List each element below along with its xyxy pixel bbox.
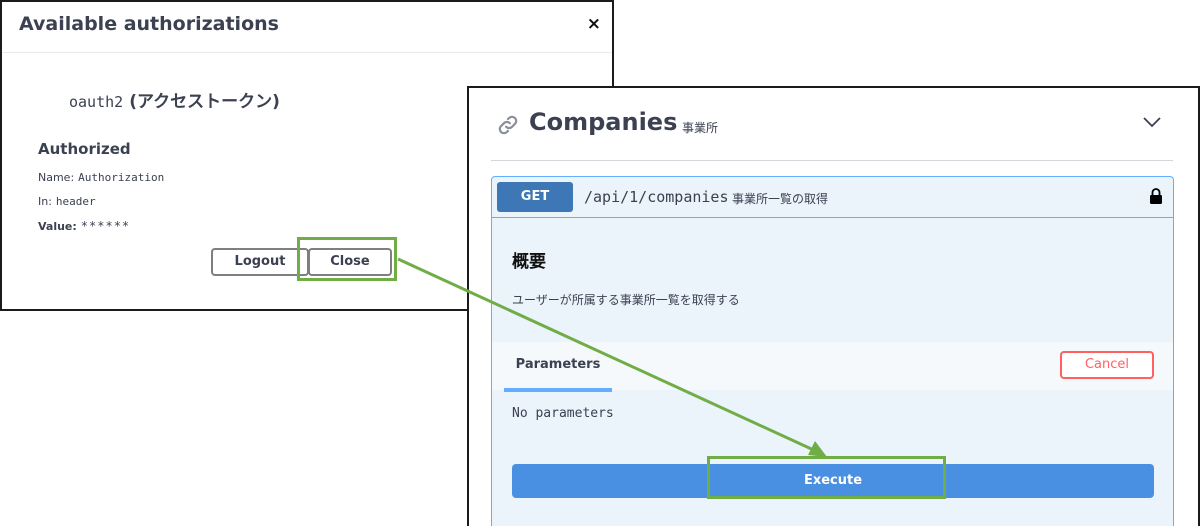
tag-header[interactable]: Companies 事業所 — [491, 88, 1173, 161]
auth-scheme-description: (アクセストークン) — [129, 92, 280, 112]
auth-dialog-title: Available authorizations — [19, 13, 279, 35]
tag-title: Companies — [529, 108, 678, 136]
tab-parameters[interactable]: Parameters — [504, 342, 612, 392]
operation-description: ユーザーが所属する事業所一覧を取得する — [512, 293, 740, 307]
authorized-heading: Authorized — [38, 140, 131, 158]
cancel-button[interactable]: Cancel — [1060, 351, 1154, 379]
auth-value-label: Value: — [38, 220, 77, 233]
operation-path: /api/1/companies — [584, 188, 729, 206]
auth-value-row: Value: ****** — [38, 219, 130, 233]
auth-name-value: Authorization — [78, 171, 165, 184]
execute-button-highlight — [707, 456, 946, 499]
auth-value-value: ****** — [80, 219, 131, 233]
link-icon — [498, 115, 518, 135]
method-badge: GET — [497, 182, 573, 212]
logout-button[interactable]: Logout — [211, 248, 309, 276]
auth-in-value: header — [55, 195, 96, 208]
tag-description: 事業所 — [682, 121, 719, 135]
close-icon[interactable]: × — [587, 14, 601, 34]
auth-name-label: Name: — [38, 171, 75, 184]
close-button-highlight — [297, 237, 397, 281]
auth-name-row: Name: Authorization — [38, 171, 164, 184]
operation-summary[interactable]: GET /api/1/companies 事業所一覧の取得 — [492, 177, 1173, 218]
auth-scheme: oauth2 (アクセストークン) — [69, 87, 280, 112]
auth-dialog-header: Available authorizations × — [2, 2, 612, 53]
operation-summary-text: 事業所一覧の取得 — [732, 192, 829, 206]
overview-heading: 概要 — [512, 252, 546, 272]
auth-scheme-name: oauth2 — [69, 93, 124, 111]
chevron-down-icon[interactable] — [1143, 116, 1161, 128]
lock-icon[interactable] — [1149, 187, 1163, 205]
auth-in-row: In: header — [38, 195, 96, 208]
auth-in-label: In: — [38, 195, 52, 208]
parameters-header: Parameters Cancel — [492, 342, 1173, 392]
no-parameters-text: No parameters — [512, 406, 614, 421]
